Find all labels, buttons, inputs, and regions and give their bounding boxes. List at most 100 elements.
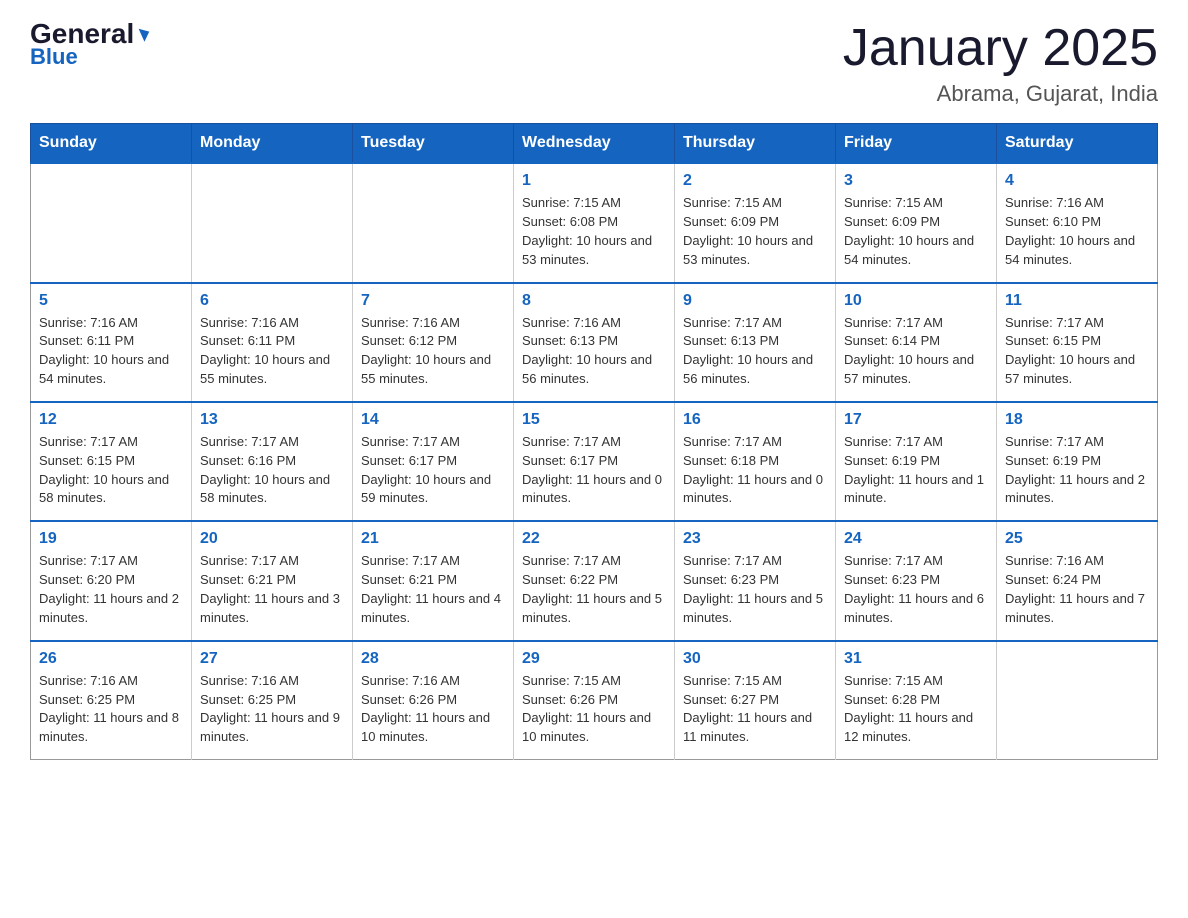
calendar-cell: 3 Sunrise: 7:15 AM Sunset: 6:09 PM Daylig… [836,163,997,282]
calendar-cell: 6 Sunrise: 7:16 AM Sunset: 6:11 PM Daylig… [192,283,353,402]
day-info: Sunrise: 7:17 AM Sunset: 6:21 PM Dayligh… [200,552,344,627]
calendar-cell [192,163,353,282]
day-number: 14 [361,411,505,429]
calendar-week-row: 19Sunrise: 7:17 AM Sunset: 6:20 PM Dayli… [31,521,1158,640]
day-info: Sunrise: 7:15 AM Sunset: 6:27 PM Dayligh… [683,672,827,747]
day-number: 5 [39,292,183,310]
calendar-cell: 10 Sunrise: 7:17 AM Sunset: 6:14 PM Dayli… [836,283,997,402]
day-info: Sunrise: 7:15 AM Sunset: 6:09 PM Dayligh… [683,194,827,269]
day-number: 8 [522,292,666,310]
calendar-week-row: 12Sunrise: 7:17 AM Sunset: 6:15 PM Dayli… [31,402,1158,521]
calendar-cell: 31 Sunrise: 7:15 AM Sunset: 6:28 PM Dayli… [836,641,997,760]
calendar-cell: 5 Sunrise: 7:16 AM Sunset: 6:11 PM Daylig… [31,283,192,402]
col-header-wednesday: Wednesday [514,124,675,164]
day-info: Sunrise: 7:16 AM Sunset: 6:24 PM Dayligh… [1005,552,1149,627]
day-number: 18 [1005,411,1149,429]
day-number: 26 [39,650,183,668]
calendar-cell: 19Sunrise: 7:17 AM Sunset: 6:20 PM Dayli… [31,521,192,640]
day-number: 2 [683,172,827,190]
calendar-cell: 7 Sunrise: 7:16 AM Sunset: 6:12 PM Daylig… [353,283,514,402]
calendar-cell: 1 Sunrise: 7:15 AM Sunset: 6:08 PM Daylig… [514,163,675,282]
day-info: Sunrise: 7:16 AM Sunset: 6:13 PM Dayligh… [522,314,666,389]
day-info: Sunrise: 7:17 AM Sunset: 6:23 PM Dayligh… [844,552,988,627]
col-header-saturday: Saturday [997,124,1158,164]
calendar-cell: 30 Sunrise: 7:15 AM Sunset: 6:27 PM Dayli… [675,641,836,760]
calendar-cell: 14 Sunrise: 7:17 AM Sunset: 6:17 PM Dayli… [353,402,514,521]
day-number: 23 [683,530,827,548]
calendar-cell: 25 Sunrise: 7:16 AM Sunset: 6:24 PM Dayli… [997,521,1158,640]
col-header-monday: Monday [192,124,353,164]
day-number: 20 [200,530,344,548]
day-info: Sunrise: 7:17 AM Sunset: 6:13 PM Dayligh… [683,314,827,389]
day-number: 19 [39,530,183,548]
calendar-cell: 12Sunrise: 7:17 AM Sunset: 6:15 PM Dayli… [31,402,192,521]
calendar-week-row: 5 Sunrise: 7:16 AM Sunset: 6:11 PM Daylig… [31,283,1158,402]
day-number: 15 [522,411,666,429]
month-title: January 2025 [843,20,1158,77]
calendar-cell: 21 Sunrise: 7:17 AM Sunset: 6:21 PM Dayli… [353,521,514,640]
day-info: Sunrise: 7:17 AM Sunset: 6:16 PM Dayligh… [200,433,344,508]
calendar-cell: 27Sunrise: 7:16 AM Sunset: 6:25 PM Dayli… [192,641,353,760]
day-number: 29 [522,650,666,668]
calendar-cell: 9 Sunrise: 7:17 AM Sunset: 6:13 PM Daylig… [675,283,836,402]
day-info: Sunrise: 7:16 AM Sunset: 6:11 PM Dayligh… [39,314,183,389]
calendar-cell [31,163,192,282]
col-header-friday: Friday [836,124,997,164]
day-number: 10 [844,292,988,310]
calendar-cell: 8 Sunrise: 7:16 AM Sunset: 6:13 PM Daylig… [514,283,675,402]
day-number: 13 [200,411,344,429]
day-info: Sunrise: 7:17 AM Sunset: 6:21 PM Dayligh… [361,552,505,627]
day-number: 4 [1005,172,1149,190]
day-info: Sunrise: 7:17 AM Sunset: 6:22 PM Dayligh… [522,552,666,627]
day-number: 25 [1005,530,1149,548]
calendar-cell [353,163,514,282]
day-info: Sunrise: 7:17 AM Sunset: 6:23 PM Dayligh… [683,552,827,627]
day-number: 28 [361,650,505,668]
day-number: 21 [361,530,505,548]
day-info: Sunrise: 7:17 AM Sunset: 6:14 PM Dayligh… [844,314,988,389]
calendar-cell: 15Sunrise: 7:17 AM Sunset: 6:17 PM Dayli… [514,402,675,521]
calendar-cell: 24 Sunrise: 7:17 AM Sunset: 6:23 PM Dayli… [836,521,997,640]
day-number: 31 [844,650,988,668]
calendar-cell: 18 Sunrise: 7:17 AM Sunset: 6:19 PM Dayli… [997,402,1158,521]
day-info: Sunrise: 7:15 AM Sunset: 6:28 PM Dayligh… [844,672,988,747]
day-info: Sunrise: 7:17 AM Sunset: 6:19 PM Dayligh… [1005,433,1149,508]
day-info: Sunrise: 7:16 AM Sunset: 6:11 PM Dayligh… [200,314,344,389]
day-number: 9 [683,292,827,310]
calendar-cell: 26Sunrise: 7:16 AM Sunset: 6:25 PM Dayli… [31,641,192,760]
day-info: Sunrise: 7:17 AM Sunset: 6:18 PM Dayligh… [683,433,827,508]
col-header-sunday: Sunday [31,124,192,164]
day-number: 11 [1005,292,1149,310]
day-info: Sunrise: 7:15 AM Sunset: 6:08 PM Dayligh… [522,194,666,269]
day-number: 3 [844,172,988,190]
day-number: 1 [522,172,666,190]
calendar-cell: 22Sunrise: 7:17 AM Sunset: 6:22 PM Dayli… [514,521,675,640]
title-section: January 2025 Abrama, Gujarat, India [843,20,1158,107]
calendar-week-row: 1 Sunrise: 7:15 AM Sunset: 6:08 PM Daylig… [31,163,1158,282]
day-number: 6 [200,292,344,310]
calendar-cell: 29 Sunrise: 7:15 AM Sunset: 6:26 PM Dayli… [514,641,675,760]
logo-text-line2: Blue [30,44,78,70]
day-number: 16 [683,411,827,429]
day-number: 24 [844,530,988,548]
day-info: Sunrise: 7:17 AM Sunset: 6:19 PM Dayligh… [844,433,988,508]
calendar-cell: 2 Sunrise: 7:15 AM Sunset: 6:09 PM Daylig… [675,163,836,282]
calendar-cell: 13 Sunrise: 7:17 AM Sunset: 6:16 PM Dayli… [192,402,353,521]
calendar-header-row: SundayMondayTuesdayWednesdayThursdayFrid… [31,124,1158,164]
calendar-cell: 11Sunrise: 7:17 AM Sunset: 6:15 PM Dayli… [997,283,1158,402]
calendar-cell: 16 Sunrise: 7:17 AM Sunset: 6:18 PM Dayli… [675,402,836,521]
calendar-cell: 17 Sunrise: 7:17 AM Sunset: 6:19 PM Dayli… [836,402,997,521]
day-number: 7 [361,292,505,310]
calendar-table: SundayMondayTuesdayWednesdayThursdayFrid… [30,123,1158,760]
day-info: Sunrise: 7:15 AM Sunset: 6:26 PM Dayligh… [522,672,666,747]
day-info: Sunrise: 7:17 AM Sunset: 6:17 PM Dayligh… [361,433,505,508]
day-number: 30 [683,650,827,668]
day-info: Sunrise: 7:15 AM Sunset: 6:09 PM Dayligh… [844,194,988,269]
day-info: Sunrise: 7:16 AM Sunset: 6:12 PM Dayligh… [361,314,505,389]
calendar-week-row: 26Sunrise: 7:16 AM Sunset: 6:25 PM Dayli… [31,641,1158,760]
col-header-tuesday: Tuesday [353,124,514,164]
calendar-cell: 20 Sunrise: 7:17 AM Sunset: 6:21 PM Dayli… [192,521,353,640]
calendar-cell [997,641,1158,760]
day-number: 17 [844,411,988,429]
calendar-cell: 4Sunrise: 7:16 AM Sunset: 6:10 PM Daylig… [997,163,1158,282]
